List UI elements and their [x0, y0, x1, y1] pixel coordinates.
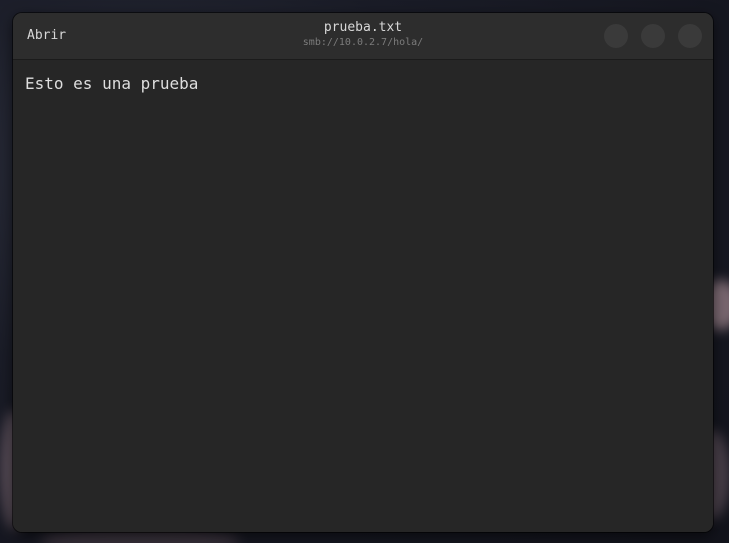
minimize-button[interactable]	[604, 24, 628, 48]
text-editor-area[interactable]: Esto es una prueba	[13, 60, 713, 532]
close-button[interactable]	[678, 24, 702, 48]
text-editor-window: Abrir prueba.txt smb://10.0.2.7/hola/ Es…	[13, 13, 713, 532]
open-button[interactable]: Abrir	[19, 22, 74, 50]
maximize-button[interactable]	[641, 24, 665, 48]
headerbar: Abrir prueba.txt smb://10.0.2.7/hola/	[13, 13, 713, 60]
editor-content[interactable]: Esto es una prueba	[25, 73, 198, 95]
